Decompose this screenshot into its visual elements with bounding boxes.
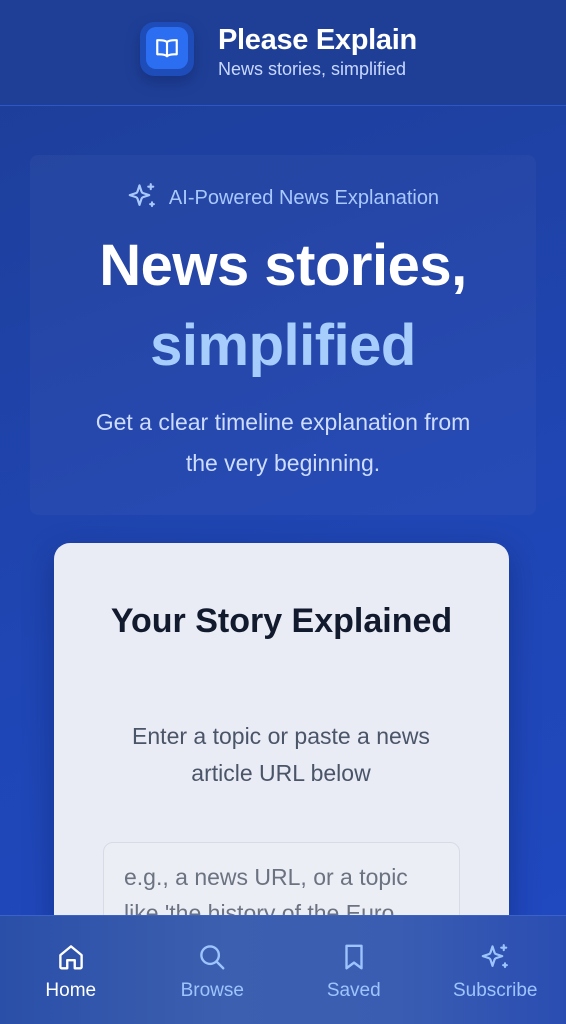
nav-item-browse[interactable]: Browse (142, 916, 284, 1024)
search-icon (197, 942, 227, 972)
hero-headline-accent: simplified (150, 313, 416, 378)
home-icon (56, 942, 86, 972)
nav-item-subscribe[interactable]: Subscribe (425, 916, 566, 1024)
book-open-icon (146, 27, 188, 69)
hero-description: Get a clear timeline explanation from th… (95, 409, 471, 476)
hero-headline: News stories, (99, 233, 467, 298)
card-title: Your Story Explained (110, 602, 453, 640)
app-title: Please Explain (218, 24, 417, 56)
bottom-nav: Home Browse Saved Subscribe (0, 915, 566, 1024)
sparkles-icon (127, 181, 157, 216)
story-card: Your Story Explained Enter a topic or pa… (54, 543, 509, 963)
app-logo[interactable] (140, 22, 194, 76)
nav-label-browse: Browse (180, 980, 244, 1001)
hero-badge: AI-Powered News Explanation (0, 181, 566, 216)
nav-label-saved: Saved (326, 980, 381, 1001)
nav-label-subscribe: Subscribe (453, 980, 538, 1001)
card-description: Enter a topic or paste a news article UR… (132, 723, 430, 786)
nav-label-home: Home (45, 980, 97, 1001)
app-header: Please Explain News stories, simplified (0, 0, 566, 106)
nav-item-saved[interactable]: Saved (283, 916, 425, 1024)
bookmark-icon (339, 942, 369, 972)
sparkles-icon (480, 942, 510, 972)
app-subtitle: News stories, simplified (218, 59, 407, 79)
hero-badge-text: AI-Powered News Explanation (168, 187, 440, 209)
nav-item-home[interactable]: Home (0, 916, 142, 1024)
